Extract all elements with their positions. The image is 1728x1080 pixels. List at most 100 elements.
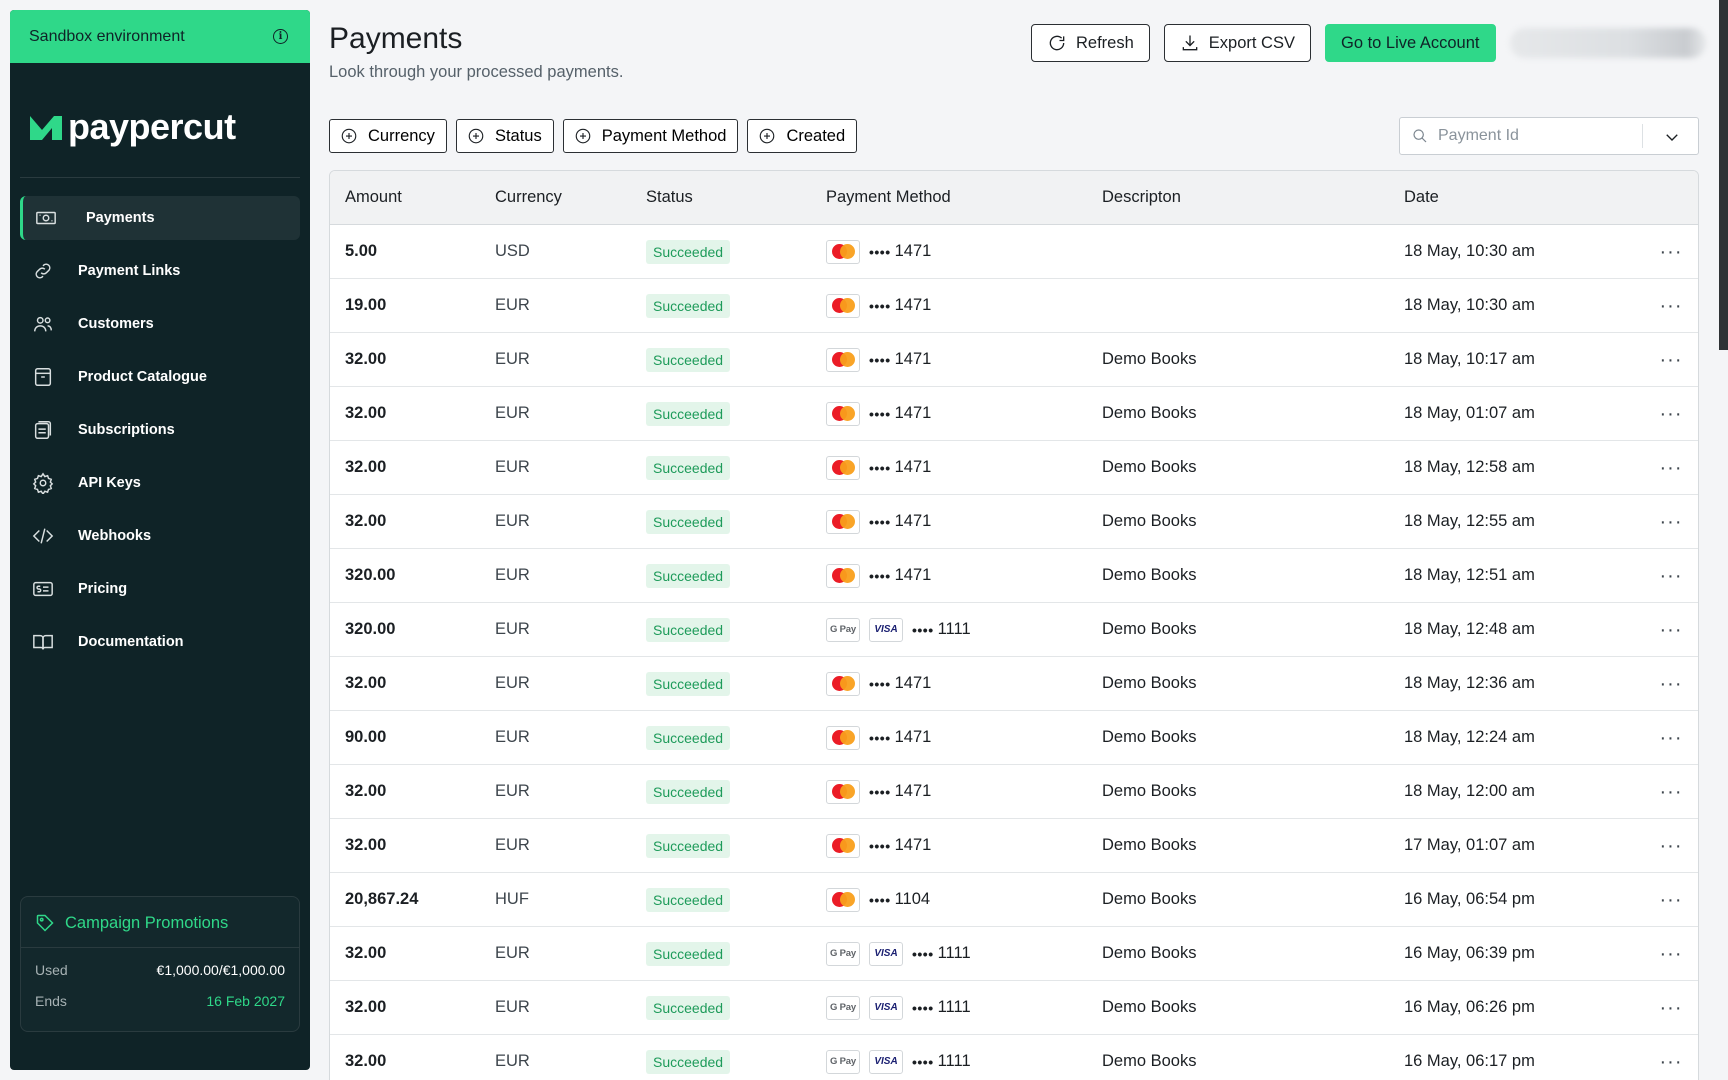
description-cell: Demo Books xyxy=(1102,674,1197,692)
more-options-icon[interactable]: ··· xyxy=(1660,242,1683,262)
description-cell: Demo Books xyxy=(1102,458,1197,476)
row-actions-cell: ··· xyxy=(1646,242,1696,262)
more-options-icon[interactable]: ··· xyxy=(1660,944,1683,964)
column-header-amount[interactable]: Amount xyxy=(330,188,495,207)
row-actions-cell: ··· xyxy=(1646,404,1696,424)
refresh-icon xyxy=(1049,35,1065,51)
table-row[interactable]: 320.00 EUR Succeeded G Pay VISA •••• 1111 Demo … xyxy=(330,603,1698,657)
export-csv-button[interactable]: Export CSV xyxy=(1163,24,1311,62)
table-row[interactable]: 32.00 EUR Succeeded •••• 1471 Demo Books 18 Ma… xyxy=(330,765,1698,819)
filter-status-button[interactable]: Status xyxy=(455,119,554,153)
sidebar-item-documentation[interactable]: Documentation xyxy=(20,620,300,664)
payment-method-cell: •••• 1471 xyxy=(826,833,1102,858)
table-row[interactable]: 320.00 EUR Succeeded •••• 1471 Demo Books 18 M… xyxy=(330,549,1698,603)
download-icon xyxy=(1182,35,1198,51)
column-header-status[interactable]: Status xyxy=(646,188,826,207)
column-header-currency[interactable]: Currency xyxy=(495,188,646,207)
info-icon[interactable]: i xyxy=(273,29,288,44)
more-options-icon[interactable]: ··· xyxy=(1660,566,1683,586)
sidebar-item-pricing[interactable]: Pricing xyxy=(20,567,300,611)
status-cell: Succeeded xyxy=(646,995,826,1020)
more-options-icon[interactable]: ··· xyxy=(1660,350,1683,370)
column-header-payment-method[interactable]: Payment Method xyxy=(826,188,1102,207)
sidebar-item-webhooks[interactable]: Webhooks xyxy=(20,514,300,558)
more-options-icon[interactable]: ··· xyxy=(1660,620,1683,640)
row-actions-cell: ··· xyxy=(1646,566,1696,586)
more-options-icon[interactable]: ··· xyxy=(1660,998,1683,1018)
scrollbar[interactable] xyxy=(1719,0,1728,350)
table-row[interactable]: 20,867.24 HUF Succeeded •••• 1104 Demo Books 1… xyxy=(330,873,1698,927)
status-badge: Succeeded xyxy=(646,347,731,372)
amount-cell: 32.00 xyxy=(345,782,387,800)
filter-created-button[interactable]: Created xyxy=(747,119,858,153)
more-options-icon[interactable]: ··· xyxy=(1660,836,1683,856)
more-options-icon[interactable]: ··· xyxy=(1660,890,1683,910)
go-live-button[interactable]: Go to Live Account xyxy=(1324,24,1496,62)
card-last4: 1111 xyxy=(937,998,971,1016)
table-row[interactable]: 32.00 EUR Succeeded •••• 1471 Demo Books 18 Ma… xyxy=(330,657,1698,711)
column-header-date[interactable]: Date xyxy=(1404,188,1646,207)
table-row[interactable]: 32.00 EUR Succeeded G Pay VISA •••• 1111 Demo B… xyxy=(330,927,1698,981)
description-cell: Demo Books xyxy=(1102,998,1197,1016)
more-options-icon[interactable]: ··· xyxy=(1660,782,1683,802)
card-last4: 1471 xyxy=(894,728,932,746)
filter-label: Payment Method xyxy=(601,126,727,145)
mastercard-icon xyxy=(826,671,860,696)
sandbox-banner: Sandbox environment i xyxy=(10,10,310,63)
table-row[interactable]: 32.00 EUR Succeeded •••• 1471 Demo Books 17 Ma… xyxy=(330,819,1698,873)
divider xyxy=(1642,124,1643,148)
filter-payment-method-button[interactable]: Payment Method xyxy=(562,119,739,153)
google-pay-icon: G Pay xyxy=(826,617,860,642)
date-cell: 18 May, 12:51 am xyxy=(1404,566,1535,584)
more-options-icon[interactable]: ··· xyxy=(1660,404,1683,424)
more-options-icon[interactable]: ··· xyxy=(1660,728,1683,748)
table-row[interactable]: 32.00 EUR Succeeded G Pay VISA •••• 1111 Demo B… xyxy=(330,981,1698,1035)
table-row[interactable]: 19.00 EUR Succeeded •••• 1471 18 May, 10:30 a… xyxy=(330,279,1698,333)
sidebar-item-payments[interactable]: Payments xyxy=(20,196,300,240)
sidebar-item-payment-links[interactable]: Payment Links xyxy=(20,249,300,293)
currency-cell: EUR xyxy=(495,944,530,962)
sidebar-item-customers[interactable]: Customers xyxy=(20,302,300,346)
more-options-icon[interactable]: ··· xyxy=(1660,1052,1683,1072)
logo[interactable]: paypercut xyxy=(28,106,310,147)
status-badge: Succeeded xyxy=(646,995,731,1020)
date-cell: 18 May, 10:17 am xyxy=(1404,350,1535,368)
amount-cell: 32.00 xyxy=(345,998,387,1016)
mastercard-icon xyxy=(826,779,860,804)
refresh-button[interactable]: Refresh xyxy=(1031,24,1150,62)
masked-digits: •••• xyxy=(869,891,891,908)
masked-digits: •••• xyxy=(869,675,891,692)
status-cell: Succeeded xyxy=(646,509,826,534)
payment-method-cell: •••• 1471 xyxy=(826,725,1102,750)
table-row[interactable]: 5.00 USD Succeeded •••• 1471 18 May, 10:30 am… xyxy=(330,225,1698,279)
table-row[interactable]: 90.00 EUR Succeeded •••• 1471 Demo Books 18 Ma… xyxy=(330,711,1698,765)
chevron-down-icon[interactable] xyxy=(1663,128,1681,146)
account-menu[interactable] xyxy=(1509,28,1706,58)
more-options-icon[interactable]: ··· xyxy=(1660,296,1683,316)
date-cell: 18 May, 12:58 am xyxy=(1404,458,1535,476)
promo-used-label: Used xyxy=(35,962,68,978)
status-cell: Succeeded xyxy=(646,455,826,480)
search-input[interactable] xyxy=(1438,127,1638,145)
campaign-promotions-card[interactable]: Campaign Promotions Used €1,000.00/€1,00… xyxy=(20,896,300,1032)
more-options-icon[interactable]: ··· xyxy=(1660,512,1683,532)
more-options-icon[interactable]: ··· xyxy=(1660,674,1683,694)
promo-title: Campaign Promotions xyxy=(65,913,229,932)
table-row[interactable]: 32.00 EUR Succeeded G Pay VISA •••• 1111 Demo B… xyxy=(330,1035,1698,1080)
plus-circle-icon xyxy=(575,128,591,144)
table-row[interactable]: 32.00 EUR Succeeded •••• 1471 Demo Books 18 Ma… xyxy=(330,441,1698,495)
sidebar-item-api-keys[interactable]: API Keys xyxy=(20,461,300,505)
filter-bar: Currency Status Payment Method Created xyxy=(329,119,866,153)
sidebar-nav: Payments Payment Links Customers Product Ca… xyxy=(10,196,310,664)
table-row[interactable]: 32.00 EUR Succeeded •••• 1471 Demo Books 18 Ma… xyxy=(330,495,1698,549)
sidebar-item-subscriptions[interactable]: Subscriptions xyxy=(20,408,300,452)
mastercard-icon xyxy=(826,833,860,858)
filter-currency-button[interactable]: Currency xyxy=(329,119,447,153)
masked-digits: •••• xyxy=(869,567,891,584)
masked-digits: •••• xyxy=(869,351,891,368)
column-header-description[interactable]: Descripton xyxy=(1102,188,1404,207)
sidebar-item-product-catalogue[interactable]: Product Catalogue xyxy=(20,355,300,399)
table-row[interactable]: 32.00 EUR Succeeded •••• 1471 Demo Books 18 Ma… xyxy=(330,333,1698,387)
more-options-icon[interactable]: ··· xyxy=(1660,458,1683,478)
table-row[interactable]: 32.00 EUR Succeeded •••• 1471 Demo Books 18 Ma… xyxy=(330,387,1698,441)
